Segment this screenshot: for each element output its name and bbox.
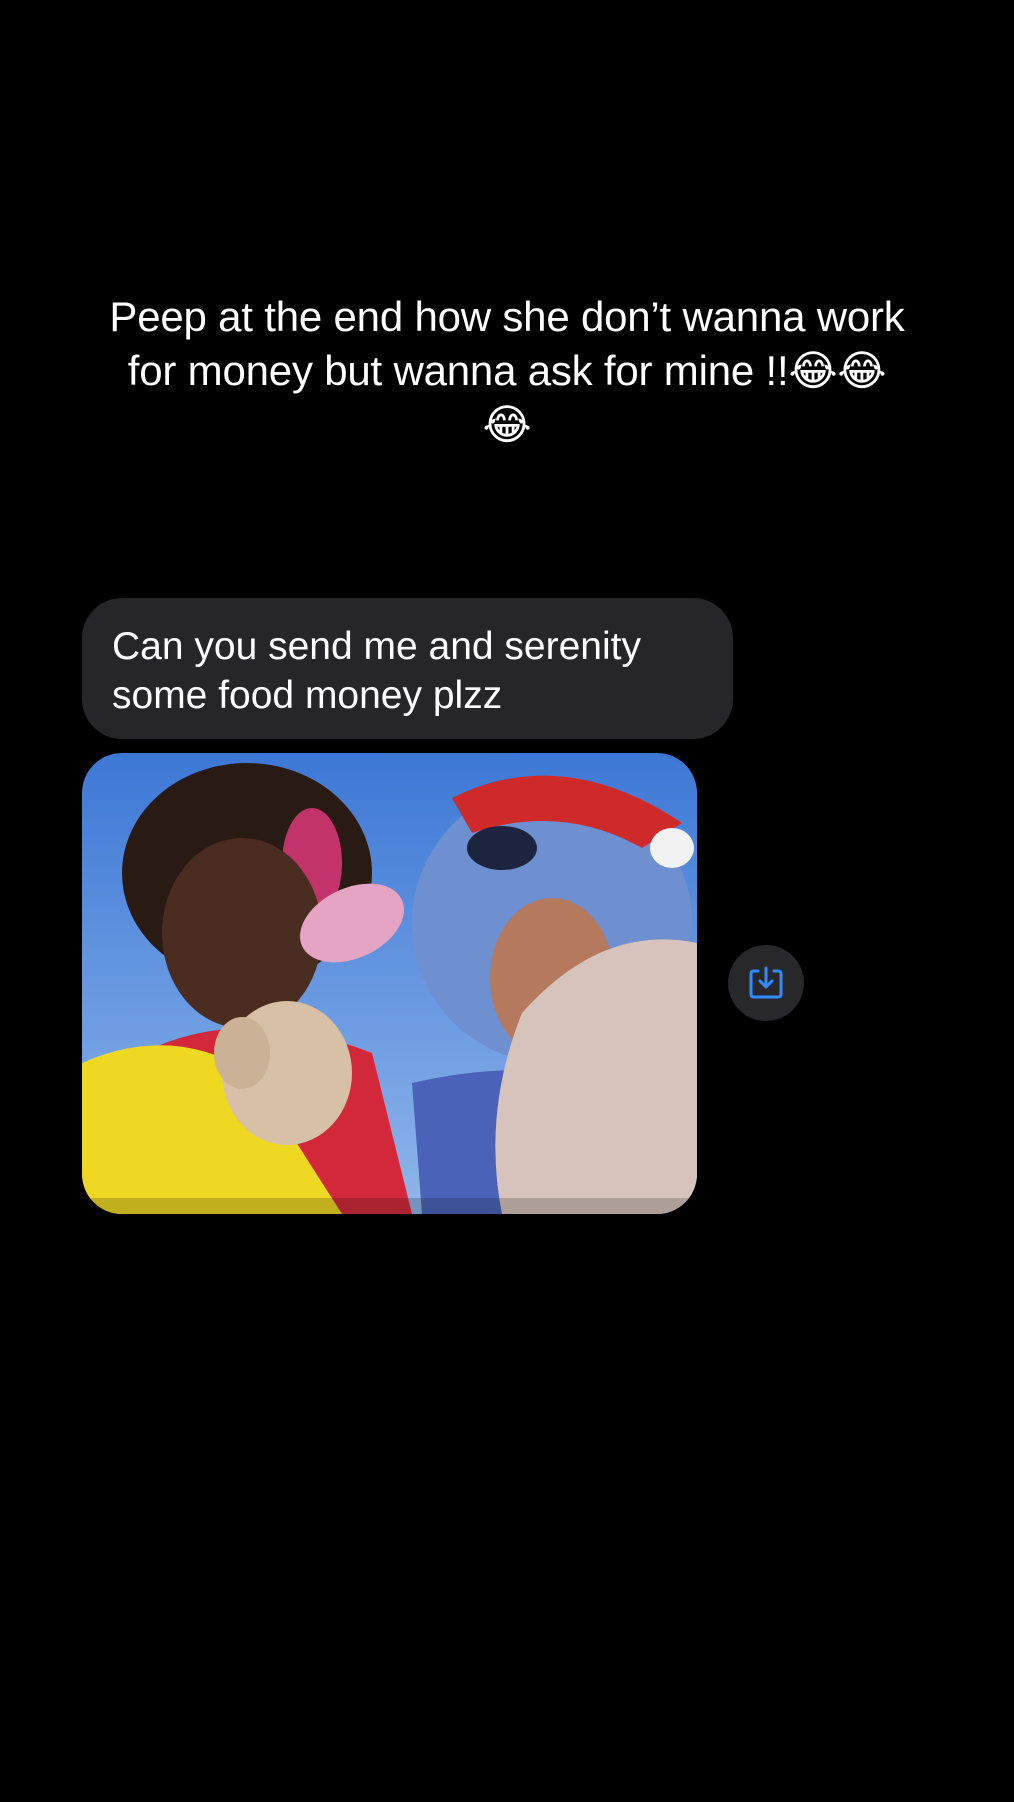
photo-attachment[interactable] xyxy=(82,753,697,1214)
message-text: Can you send me and serenity some food m… xyxy=(112,625,641,717)
save-to-device-icon xyxy=(749,966,783,999)
photo-image xyxy=(82,753,697,1214)
message-bubble[interactable]: Can you send me and serenity some food m… xyxy=(82,598,733,739)
save-photo-button[interactable] xyxy=(728,945,804,1021)
video-caption: Peep at the end how she don’t wanna work… xyxy=(109,293,905,448)
